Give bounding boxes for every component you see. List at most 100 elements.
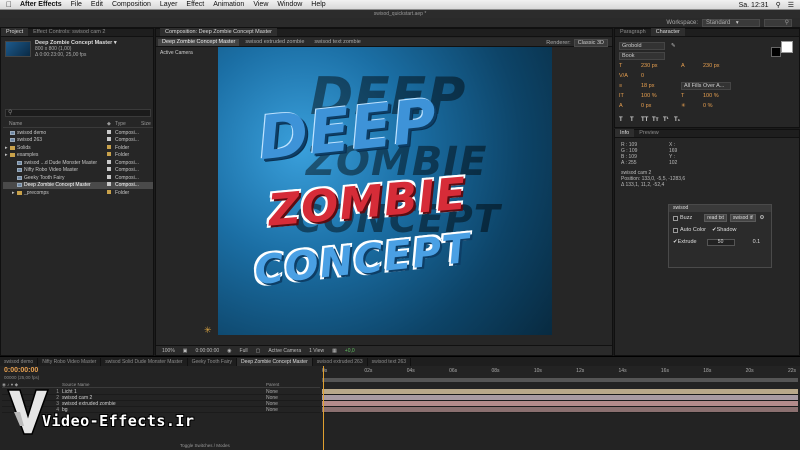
tab-preview[interactable]: Preview [634,129,664,137]
menu-effect[interactable]: Effect [186,1,204,8]
tab-character[interactable]: Character [650,28,685,36]
menu-layer[interactable]: Layer [160,1,178,8]
camera-icon[interactable]: ◉ [227,348,231,354]
tab-project[interactable]: Project [1,28,29,36]
project-item[interactable]: Nifty Robo Video Master Composi... [3,167,153,175]
font-size-value[interactable]: 230 px [641,63,681,69]
camera-select[interactable]: Active Camera [268,348,301,354]
disclosure-triangle-icon[interactable]: ▸ [12,190,16,196]
project-item[interactable]: swisod ...d Dude Monster Master Composi..… [3,159,153,167]
workspace-select[interactable]: Standard ▾ [702,19,760,27]
view-tab-master[interactable]: Deep Zombie Concept Master [158,38,240,46]
leading-value[interactable]: 230 px [703,63,743,69]
fill-color-swatch[interactable] [781,41,793,53]
tab-effect-controls[interactable]: Effect Controls: swisod cam 2 [28,28,110,36]
zoom-select[interactable]: 100% [162,348,175,354]
project-item[interactable]: Geeky Tooth Fairy Composi... [3,174,153,182]
timeline-tab[interactable]: swisod demo [0,358,39,366]
timeline-tab[interactable]: Deep Zombie Concept Master [237,358,313,366]
renderer-select[interactable]: Classic 3D [573,39,608,47]
menu-view[interactable]: View [253,1,268,8]
col-size[interactable]: Size [141,121,151,127]
grid-icon[interactable]: ▦ [332,348,337,354]
resolution-select[interactable]: Full [240,348,248,354]
playhead[interactable] [323,366,324,450]
menu-composition[interactable]: Composition [112,1,151,8]
snapshot-icon[interactable]: ▣ [183,348,188,354]
label-color[interactable] [107,144,115,151]
project-item[interactable]: ▸ examples Folder [3,152,153,160]
apple-icon[interactable]:  [6,0,12,9]
project-search-input[interactable]: ⚲ [5,109,151,117]
vscale-value[interactable]: 100 % [641,93,681,99]
small-caps-button[interactable]: Tт [652,117,663,123]
settings-gear-icon[interactable]: ⚙ [759,215,764,221]
col-parent[interactable]: Parent [266,382,279,387]
label-color[interactable] [107,182,115,188]
font-style-select[interactable]: Book [619,52,665,60]
light-icon[interactable]: ✳ [204,325,212,336]
project-item[interactable]: Deep Zombie Concept Master Composi... [3,181,153,189]
layer-parent-select[interactable]: None [266,407,306,413]
auto-color-checkbox[interactable] [673,227,678,233]
spotlight-icon[interactable]: ⚲ [776,1,781,9]
region-icon[interactable]: ▢ [256,348,261,354]
toggle-switches-modes[interactable]: Toggle Switches / Modes [180,443,230,448]
menu-animation[interactable]: Animation [213,1,244,8]
col-name[interactable]: Name [3,121,107,127]
font-select[interactable]: Grobold [619,42,665,50]
subscript-button[interactable]: T₁ [674,117,685,123]
col-type[interactable]: Type [115,121,141,127]
view-tab-extruded[interactable]: swisod extruded zombie [241,39,308,46]
project-item[interactable]: ▸ _precomps Folder [3,189,153,197]
label-color[interactable] [107,137,115,143]
disclosure-triangle-icon[interactable]: ▸ [5,145,9,151]
label-color[interactable] [107,152,115,158]
eyedropper-icon[interactable]: ✎ [671,43,676,49]
faux-bold-button[interactable]: T [619,117,630,123]
label-color[interactable] [107,189,115,196]
project-item[interactable]: swisod 263 Composi... [3,137,153,145]
timeline-tab[interactable]: Geeky Tooth Fairy [188,358,238,366]
label-color[interactable] [107,167,115,173]
label-color[interactable] [107,129,115,136]
list-icon[interactable]: ☰ [788,1,794,9]
menu-edit[interactable]: Edit [91,1,103,8]
timeline-tab[interactable]: swisod Solid Dude Monster Master [101,358,188,366]
stroke-mode-select[interactable]: All Fills Over A... [681,82,731,90]
buzz-checkbox[interactable] [673,215,678,221]
all-caps-button[interactable]: TT [641,117,652,123]
project-item[interactable]: swisod demo Composi... [3,129,153,137]
stroke-value[interactable]: 18 px [641,83,681,89]
exposure-value[interactable]: +0,0 [345,348,355,354]
superscript-button[interactable]: T¹ [663,117,674,123]
menu-window[interactable]: Window [277,1,302,8]
timeline-tab[interactable]: Nifty Robo Video Master [38,358,102,366]
tsume-value[interactable]: 0 % [703,103,743,109]
faux-italic-button[interactable]: T [630,117,641,123]
comp-viewer[interactable]: DEEP ZOMBIE CONCEPT DEEP ZOMBIE CONCEPT [218,47,552,335]
menu-app-name[interactable]: After Effects [20,1,62,8]
read-txt-button[interactable]: read txt [704,214,727,222]
tab-composition[interactable]: Composition: Deep Zombie Concept Master [160,28,277,36]
timeline-tab[interactable]: swisod extruded 263 [313,358,368,366]
menu-help[interactable]: Help [311,1,325,8]
help-search-input[interactable]: ⚲ [764,19,792,27]
tab-paragraph[interactable]: Paragraph [615,28,651,36]
swisod-it-button[interactable]: swisod it! [729,214,757,222]
timecode[interactable]: 0:00:00:00 [196,348,220,354]
tab-info[interactable]: Info [615,129,635,137]
menu-file[interactable]: File [71,1,82,8]
view-tab-text[interactable]: swisod text zombie [310,39,364,46]
stroke-color-swatch[interactable] [771,47,781,57]
layer-track-bar[interactable] [322,407,798,413]
work-area-bar[interactable] [322,378,798,382]
clock[interactable]: Sa. 12:31 [739,2,769,9]
hscale-value[interactable]: 100 % [703,93,743,99]
label-color[interactable] [107,159,115,166]
time-ruler[interactable]: 0s 02s 04s 06s 08s 10s 12s 14s 16s 18s 20s 22s [322,368,798,378]
baseline-value[interactable]: 0 px [641,103,681,109]
label-color[interactable] [107,174,115,181]
extrude-input[interactable]: 50 [706,238,735,246]
timeline-current-time[interactable]: 0:00:00:00 [4,367,38,374]
